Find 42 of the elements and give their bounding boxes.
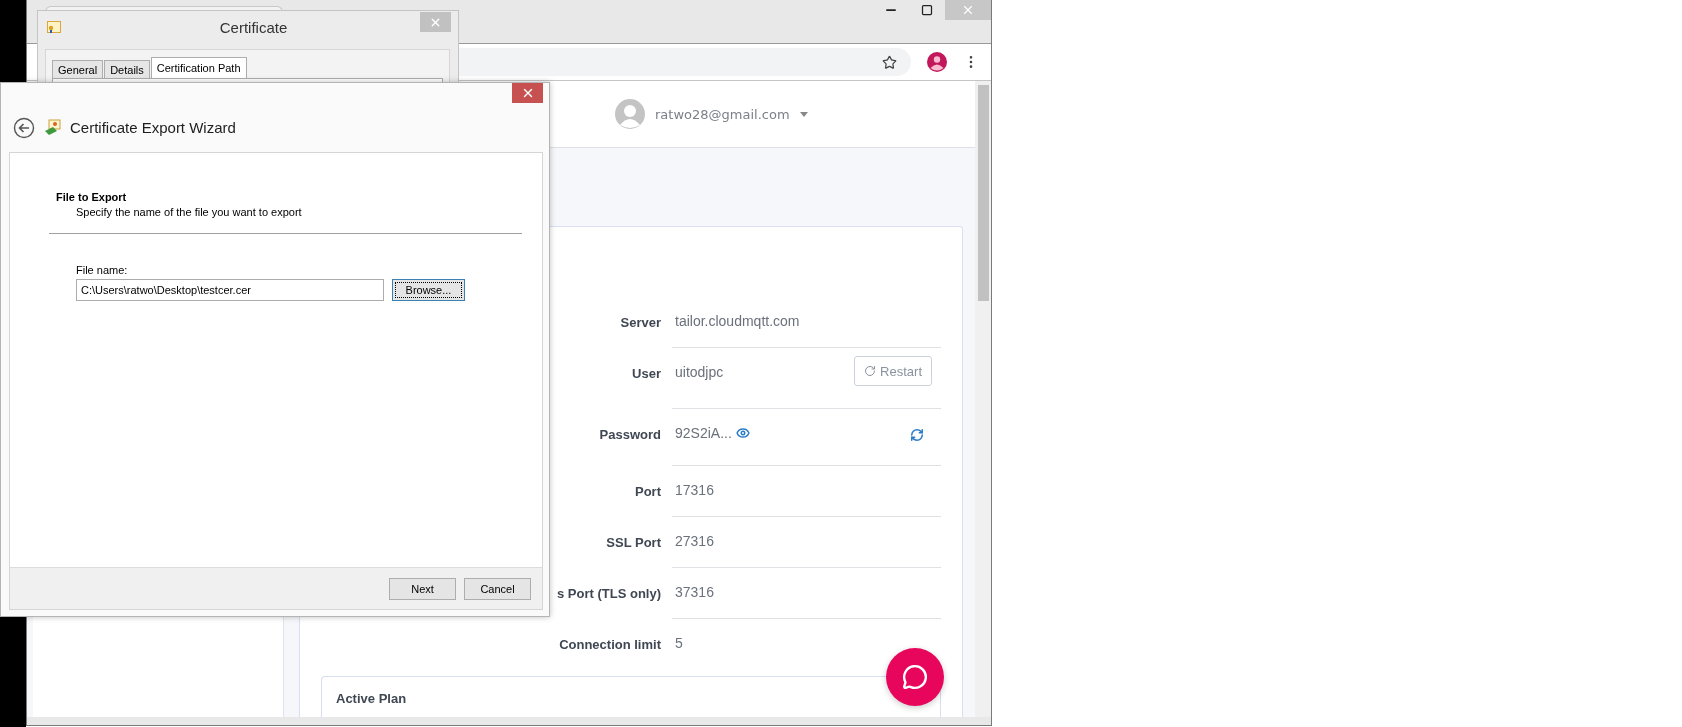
dialog-button[interactable]: Next <box>389 577 456 600</box>
field-label: Server <box>620 315 661 330</box>
file-name-field[interactable]: C:\Users\ratwo\Desktop\testcer.cer <box>76 279 384 301</box>
scrollbar[interactable] <box>975 81 991 717</box>
field-label: User <box>632 366 661 381</box>
wizard-title: Certificate Export Wizard <box>70 119 236 136</box>
tab[interactable]: Certification Path <box>150 57 247 78</box>
section-heading: File to Export <box>56 191 128 203</box>
restart-icon <box>864 365 877 377</box>
dialog-title: Certificate <box>218 18 289 36</box>
profile-avatar-icon[interactable] <box>927 52 947 72</box>
tab[interactable]: General <box>52 60 104 78</box>
eye-icon[interactable] <box>735 426 750 440</box>
browse-button[interactable]: Browse... <box>392 279 465 301</box>
certificate-icon <box>47 21 61 33</box>
certificate-icon <box>44 119 61 136</box>
field-value: tailor.cloudmqtt.com <box>675 313 800 329</box>
tab[interactable]: Details <box>104 60 150 78</box>
section-description: Specify the name of the file you want to export <box>76 206 303 218</box>
close-button[interactable] <box>512 83 543 103</box>
field-value: 5 <box>675 635 683 651</box>
field-label: File name: <box>76 264 129 276</box>
chat-icon <box>902 664 928 690</box>
caret-icon[interactable] <box>799 111 808 117</box>
dialog-button[interactable]: Cancel <box>464 577 531 600</box>
field-label: Connection limit <box>559 637 661 652</box>
account-email[interactable]: ratwo28@gmail.com <box>655 106 790 122</box>
field-value: 27316 <box>675 533 714 549</box>
field-label: Password <box>599 427 661 442</box>
field-value: 92S2iA... <box>675 425 732 441</box>
bookmark-star-icon[interactable] <box>882 54 897 70</box>
maximize-icon <box>921 4 933 16</box>
field-value: uitodjpc <box>675 364 724 380</box>
field-label: s Port (TLS only) <box>557 586 661 601</box>
back-icon[interactable] <box>13 116 35 139</box>
regenerate-icon[interactable] <box>910 428 924 442</box>
field-label: SSL Port <box>606 535 661 550</box>
plan-title: Active Plan <box>336 691 407 706</box>
field-value: 17316 <box>675 482 714 498</box>
field-label: Port <box>635 484 661 499</box>
close-icon <box>961 3 975 17</box>
field-value: 37316 <box>675 584 714 600</box>
